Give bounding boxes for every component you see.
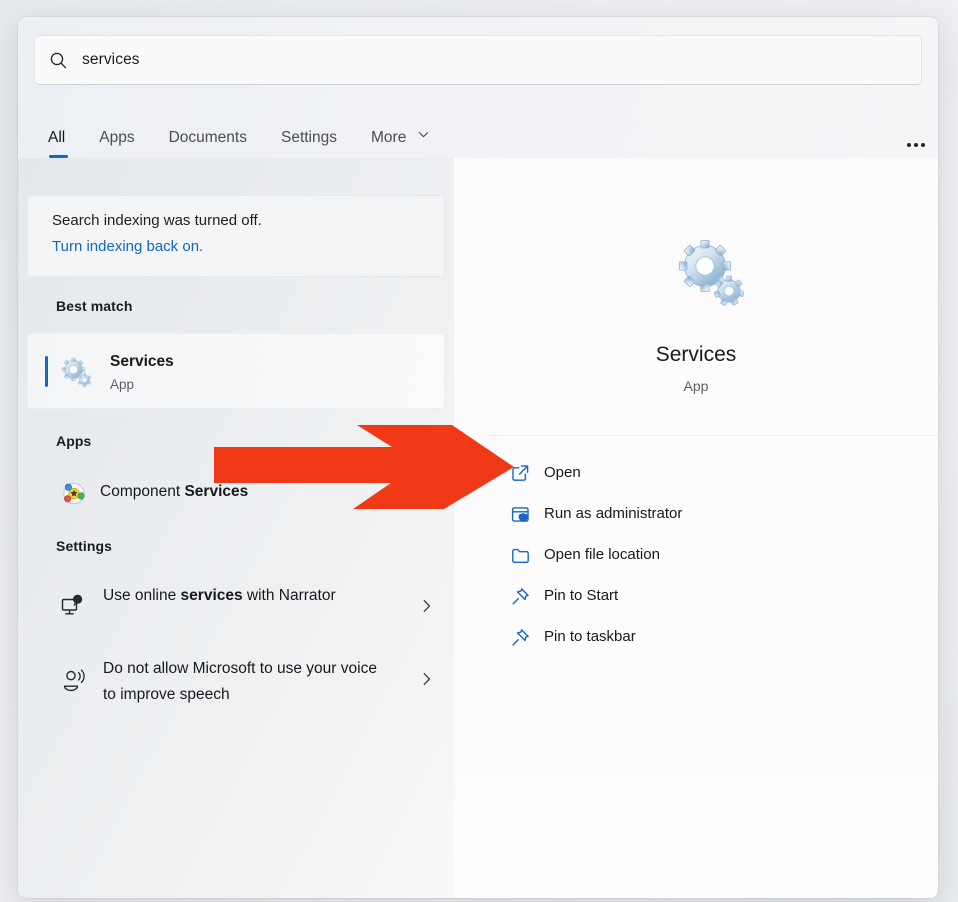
chevron-right-icon — [418, 670, 436, 688]
search-header: services All Apps Documents Settings Mor… — [18, 17, 938, 158]
indexing-message: Search indexing was turned off. — [52, 212, 262, 229]
selection-accent-bar — [45, 356, 48, 387]
label-part-b: with Narrator — [242, 587, 336, 604]
pin-icon — [510, 627, 531, 648]
app-preview-pane: Services App Open Run as administrator O… — [454, 158, 938, 898]
action-label: Open — [544, 464, 581, 481]
pin-icon — [510, 586, 531, 607]
result-row-component-services[interactable]: Component Services — [27, 468, 445, 520]
tab-settings-label: Settings — [280, 129, 337, 146]
search-results-pane: Search indexing was turned off. Turn ind… — [18, 158, 454, 898]
label-part-a: Use online — [103, 587, 181, 604]
preview-app-title: Services — [655, 343, 737, 366]
tab-settings[interactable]: Settings — [281, 129, 337, 147]
tab-all-label: All — [48, 129, 66, 146]
narrator-monitor-icon — [60, 593, 86, 619]
tab-documents[interactable]: Documents — [169, 129, 247, 147]
label-part-a: Do not allow Microsoft to use your voice… — [103, 660, 377, 703]
folder-icon — [510, 545, 531, 566]
action-pin-to-start[interactable]: Pin to Start — [488, 576, 918, 617]
services-gears-icon — [61, 356, 93, 388]
search-input-value: services — [82, 51, 140, 69]
search-input[interactable]: services — [34, 35, 922, 85]
tab-more-label: More — [371, 129, 407, 146]
tab-more[interactable]: More — [371, 129, 429, 147]
label-highlight: Services — [184, 483, 249, 500]
ellipsis-icon — [921, 143, 925, 147]
shield-window-icon — [510, 504, 531, 525]
action-open[interactable]: Open — [488, 453, 918, 494]
section-heading-best-match: Best match — [56, 298, 133, 314]
setting-label-narrator: Use online services with Narrator — [103, 583, 393, 609]
label-prefix: Component — [100, 483, 185, 500]
tab-all[interactable]: All — [48, 129, 69, 158]
action-label: Pin to taskbar — [544, 628, 636, 645]
result-label-component-services: Component Services — [100, 483, 248, 501]
tab-apps-label: Apps — [99, 129, 135, 146]
services-gears-icon — [676, 237, 748, 309]
setting-row-voice-privacy[interactable]: Do not allow Microsoft to use your voice… — [27, 646, 445, 714]
component-services-icon — [60, 479, 88, 507]
best-match-result-services[interactable]: Services App — [27, 333, 445, 409]
action-run-as-administrator[interactable]: Run as administrator — [488, 494, 918, 535]
best-match-subtitle: App — [110, 377, 135, 392]
action-label: Open file location — [544, 546, 660, 563]
open-external-icon — [510, 463, 531, 484]
action-open-file-location[interactable]: Open file location — [488, 535, 918, 576]
chevron-down-icon — [418, 127, 429, 145]
action-label: Pin to Start — [544, 587, 619, 604]
turn-indexing-back-on-link[interactable]: Turn indexing back on. — [52, 236, 444, 258]
voice-person-icon — [60, 666, 86, 692]
more-options-button[interactable] — [902, 136, 930, 154]
search-icon — [50, 52, 67, 68]
desktop-background: services All Apps Documents Settings Mor… — [0, 0, 958, 902]
windows-search-flyout: services All Apps Documents Settings Mor… — [18, 17, 938, 898]
label-highlight: services — [180, 587, 243, 604]
setting-row-narrator-online-services[interactable]: Use online services with Narrator — [27, 573, 445, 641]
tab-documents-label: Documents — [168, 129, 247, 146]
preview-app-type: App — [683, 378, 709, 394]
ellipsis-icon — [907, 143, 911, 147]
section-heading-apps: Apps — [56, 433, 92, 449]
setting-label-voice: Do not allow Microsoft to use your voice… — [103, 656, 393, 708]
divider — [488, 435, 938, 436]
chevron-right-icon — [418, 597, 436, 615]
action-pin-to-taskbar[interactable]: Pin to taskbar — [488, 617, 918, 658]
ellipsis-icon — [914, 143, 918, 147]
action-label: Run as administrator — [544, 505, 683, 522]
section-heading-settings: Settings — [56, 538, 113, 554]
best-match-title: Services — [110, 353, 174, 370]
indexing-notification: Search indexing was turned off. Turn ind… — [27, 195, 445, 277]
tab-apps[interactable]: Apps — [99, 129, 134, 147]
